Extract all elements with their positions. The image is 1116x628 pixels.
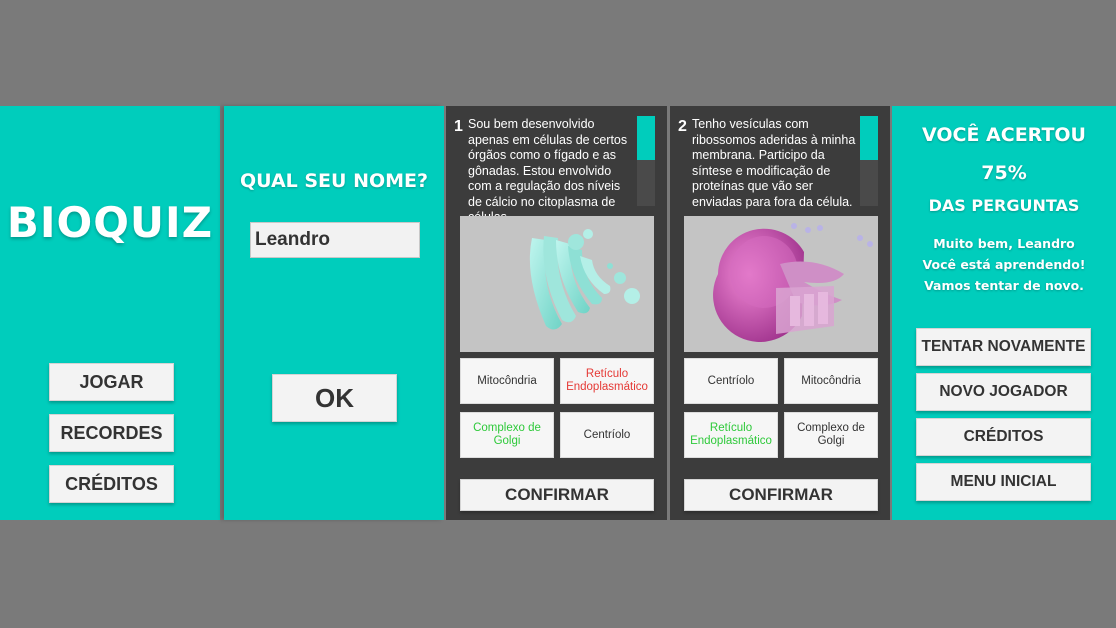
credits-button[interactable]: CRÉDITOS (49, 465, 174, 503)
result-screen: VOCÊ ACERTOU 75% DAS PERGUNTAS Muito bem… (892, 106, 1116, 520)
question-number: 1 (454, 118, 463, 135)
option-centriole[interactable]: Centríolo (560, 412, 654, 458)
option-mitochondria[interactable]: Mitocôndria (460, 358, 554, 404)
question-text: Sou bem desenvolvido apenas em células d… (468, 117, 628, 224)
name-question: QUAL SEU NOME? (239, 170, 429, 192)
menu-screen: BIOQUIZ JOGAR RECORDES CRÉDITOS (0, 106, 220, 520)
ok-button[interactable]: OK (272, 374, 397, 422)
endoplasmic-reticulum-illustration (684, 216, 878, 352)
question-scrollbar[interactable] (637, 116, 655, 206)
result-message-3: Vamos tentar de novo. (924, 278, 1084, 293)
main-menu-button[interactable]: MENU INICIAL (916, 463, 1091, 501)
name-screen: QUAL SEU NOME? Leandro OK (224, 106, 444, 520)
result-message-2: Você está aprendendo! (922, 257, 1086, 272)
result-subheading: DAS PERGUNTAS (928, 196, 1080, 215)
credits-button[interactable]: CRÉDITOS (916, 418, 1091, 456)
question-text: Tenho vesículas com ribossomos aderidas … (692, 117, 856, 209)
new-player-button[interactable]: NOVO JOGADOR (916, 373, 1091, 411)
option-label: Complexo de Golgi (797, 422, 865, 447)
scrollbar-thumb[interactable] (860, 116, 878, 160)
question-1-screen: 1 Sou bem desenvolvido apenas em células… (446, 106, 667, 520)
scrollbar-thumb[interactable] (637, 116, 655, 160)
name-input[interactable]: Leandro (250, 222, 420, 258)
golgi-apparatus-illustration (460, 216, 654, 352)
result-percent: 75% (981, 162, 1027, 184)
option-mitochondria[interactable]: Mitocôndria (784, 358, 878, 404)
play-button[interactable]: JOGAR (49, 363, 174, 401)
option-label: Centríolo (583, 428, 631, 441)
option-centriole[interactable]: Centríolo (684, 358, 778, 404)
result-message-1: Muito bem, Leandro (933, 236, 1075, 251)
confirm-button[interactable]: CONFIRMAR (460, 479, 654, 511)
option-label: Centríolo (707, 374, 755, 387)
option-endoplasmic-reticulum[interactable]: Retículo Endoplasmático (560, 358, 654, 404)
option-endoplasmic-reticulum[interactable]: Retículo Endoplasmático (684, 412, 778, 458)
question-number: 2 (678, 118, 687, 135)
records-button[interactable]: RECORDES (49, 414, 174, 452)
confirm-button[interactable]: CONFIRMAR (684, 479, 878, 511)
option-label: Retículo Endoplasmático (690, 422, 772, 447)
question-2-screen: 2 Tenho vesículas com ribossomos aderida… (670, 106, 890, 520)
option-label: Complexo de Golgi (473, 422, 541, 447)
result-heading: VOCÊ ACERTOU (921, 124, 1086, 146)
name-input-value: Leandro (255, 229, 330, 250)
option-golgi-complex[interactable]: Complexo de Golgi (460, 412, 554, 458)
question-scrollbar[interactable] (860, 116, 878, 206)
app-title: BIOQUIZ (6, 198, 214, 247)
option-golgi-complex[interactable]: Complexo de Golgi (784, 412, 878, 458)
option-label: Mitocôndria (477, 374, 537, 387)
option-label: Mitocôndria (801, 374, 861, 387)
option-label: Retículo Endoplasmático (566, 368, 648, 393)
try-again-button[interactable]: TENTAR NOVAMENTE (916, 328, 1091, 366)
